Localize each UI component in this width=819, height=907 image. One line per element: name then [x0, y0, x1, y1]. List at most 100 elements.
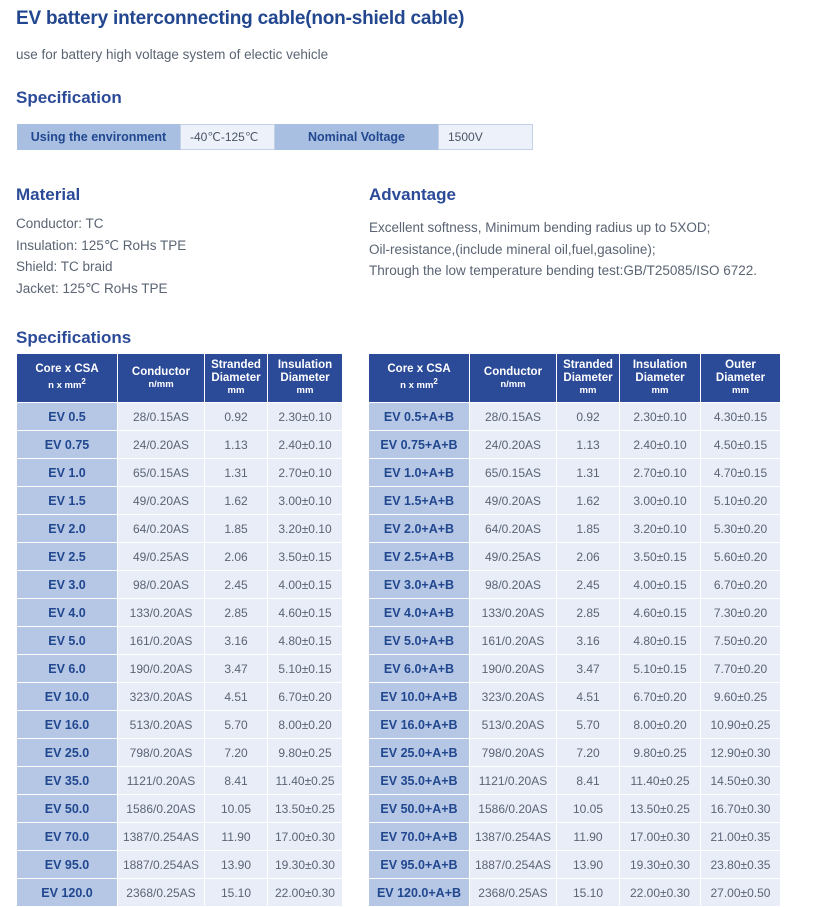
cell-value: 11.90: [205, 823, 267, 850]
cell-value: 1.85: [205, 515, 267, 542]
cell-core-csa: EV 3.0: [17, 571, 117, 598]
cell-value: 798/0.20AS: [470, 739, 556, 766]
cell-value: 0.92: [205, 403, 267, 430]
cell-value: 1121/0.20AS: [118, 767, 204, 794]
cell-value: 4.00±0.15: [268, 571, 342, 598]
table-row: EV 0.5 28/0.15AS 0.92 2.30±0.10: [17, 403, 342, 430]
cell-value: 5.10±0.15: [620, 655, 700, 682]
table-row: EV 4.0 133/0.20AS 2.85 4.60±0.15: [17, 599, 342, 626]
column-header-title: Stranded Diameter: [211, 359, 261, 384]
advantage-list: Excellent softness, Minimum bending radi…: [369, 217, 757, 282]
cell-core-csa: EV 35.0: [17, 767, 117, 794]
cell-value: 1887/0.254AS: [118, 851, 204, 878]
cell-value: 1.13: [557, 431, 619, 458]
table-row: EV 3.0+A+B 98/0.20AS 2.45 4.00±0.15 6.70±0.2…: [369, 571, 780, 598]
table-row: EV 95.0+A+B 1887/0.254AS 13.90 19.30±0.30 23…: [369, 851, 780, 878]
cell-value: 6.70±0.20: [268, 683, 342, 710]
column-header-title: Conductor: [131, 365, 191, 378]
cell-value: 5.30±0.20: [701, 515, 780, 542]
cell-value: 4.80±0.15: [620, 627, 700, 654]
cell-value: 12.90±0.30: [701, 739, 780, 766]
cell-value: 11.40±0.25: [620, 767, 700, 794]
cell-value: 6.70±0.20: [701, 571, 780, 598]
table-row: EV 25.0+A+B 798/0.20AS 7.20 9.80±0.25 12.90±…: [369, 739, 780, 766]
page-subtitle: use for battery high voltage system of e…: [16, 47, 329, 62]
cell-value: 1387/0.254AS: [470, 823, 556, 850]
table-row: EV 2.5+A+B 49/0.25AS 2.06 3.50±0.15 5.60±0.2…: [369, 543, 780, 570]
spec-label-nominal-voltage: Nominal Voltage: [307, 130, 405, 144]
cell-value: 14.50±0.30: [701, 767, 780, 794]
cell-value: 9.80±0.25: [268, 739, 342, 766]
cell-value: 65/0.15AS: [470, 459, 556, 486]
column-header-unit: n x mm2: [48, 377, 86, 392]
column-header-unit: n/mm: [148, 378, 174, 390]
table-row: EV 0.75+A+B 24/0.20AS 1.13 2.40±0.10 4.50±0.…: [369, 431, 780, 458]
material-line: Shield: TC braid: [16, 259, 113, 274]
table-row: EV 16.0 513/0.20AS 5.70 8.00±0.20: [17, 711, 342, 738]
cell-value: 3.47: [205, 655, 267, 682]
cell-value: 2.06: [205, 543, 267, 570]
column-header-2: Conductor n/mm: [470, 354, 556, 402]
table-row: EV 2.5 49/0.25AS 2.06 3.50±0.15: [17, 543, 342, 570]
cell-value: 4.80±0.15: [268, 627, 342, 654]
cell-value: 0.92: [557, 403, 619, 430]
column-header-3: Stranded Diameter mm: [205, 354, 267, 402]
table-left-header: Core x CSA n x mm2 Conductor n/mm Stranded Di…: [17, 354, 342, 402]
table-row: EV 5.0 161/0.20AS 3.16 4.80±0.15: [17, 627, 342, 654]
cell-core-csa: EV 10.0: [17, 683, 117, 710]
cell-value: 7.50±0.20: [701, 627, 780, 654]
cell-core-csa: EV 2.0+A+B: [369, 515, 469, 542]
section-heading-advantage: Advantage: [369, 185, 456, 204]
cell-value: 98/0.20AS: [470, 571, 556, 598]
cell-value: 4.30±0.15: [701, 403, 780, 430]
cell-value: 64/0.20AS: [470, 515, 556, 542]
cell-value: 1.62: [205, 487, 267, 514]
table-row: EV 95.0 1887/0.254AS 13.90 19.30±0.30: [17, 851, 342, 878]
cell-value: 133/0.20AS: [470, 599, 556, 626]
cell-core-csa: EV 0.75: [17, 431, 117, 458]
cell-core-csa: EV 1.0: [17, 459, 117, 486]
cell-value: 323/0.20AS: [470, 683, 556, 710]
advantage-line: Excellent softness, Minimum bending radi…: [369, 220, 711, 235]
cell-core-csa: EV 95.0+A+B: [369, 851, 469, 878]
cell-core-csa: EV 1.5+A+B: [369, 487, 469, 514]
cell-value: 19.30±0.30: [620, 851, 700, 878]
cell-value: 3.20±0.10: [268, 515, 342, 542]
cell-value: 1586/0.20AS: [470, 795, 556, 822]
cell-value: 8.41: [205, 767, 267, 794]
column-header-unit: mm: [296, 385, 314, 396]
table-row: EV 70.0+A+B 1387/0.254AS 11.90 17.00±0.30 21…: [369, 823, 780, 850]
cell-value: 1.31: [557, 459, 619, 486]
cell-core-csa: EV 10.0+A+B: [369, 683, 469, 710]
cell-value: 2.85: [557, 599, 619, 626]
cell-value: 1.31: [205, 459, 267, 486]
table-row: EV 3.0 98/0.20AS 2.45 4.00±0.15: [17, 571, 342, 598]
column-header-unit: mm: [227, 385, 245, 396]
cell-value: 3.00±0.10: [268, 487, 342, 514]
cell-value: 1586/0.20AS: [118, 795, 204, 822]
cell-core-csa: EV 6.0: [17, 655, 117, 682]
table-row: EV 0.75 24/0.20AS 1.13 2.40±0.10: [17, 431, 342, 458]
column-header-3: Stranded Diameter mm: [557, 354, 619, 402]
column-header-title: Stranded Diameter: [563, 359, 613, 384]
cell-value: 9.80±0.25: [620, 739, 700, 766]
column-header-1: Core x CSA n x mm2: [369, 354, 469, 402]
cell-value: 8.41: [557, 767, 619, 794]
table-row: EV 1.0+A+B 65/0.15AS 1.31 2.70±0.10 4.70±0.1…: [369, 459, 780, 486]
cell-value: 23.80±0.35: [701, 851, 780, 878]
table-row: EV 10.0 323/0.20AS 4.51 6.70±0.20: [17, 683, 342, 710]
column-header-4: Insulation Diameter mm: [620, 354, 700, 402]
table-row: EV 10.0+A+B 323/0.20AS 4.51 6.70±0.20 9.60±0…: [369, 683, 780, 710]
spec-value-nominal-voltage: 1500V: [438, 124, 533, 150]
section-heading-specification: Specification: [16, 88, 122, 107]
cell-core-csa: EV 1.0+A+B: [369, 459, 469, 486]
cell-value: 21.00±0.35: [701, 823, 780, 850]
table-row: EV 4.0+A+B 133/0.20AS 2.85 4.60±0.15 7.30±0.…: [369, 599, 780, 626]
cell-value: 13.50±0.25: [620, 795, 700, 822]
cell-value: 3.50±0.15: [268, 543, 342, 570]
cell-value: 1.62: [557, 487, 619, 514]
cell-value: 1.13: [205, 431, 267, 458]
column-header-unit: n x mm2: [400, 377, 438, 392]
cell-value: 513/0.20AS: [470, 711, 556, 738]
cell-core-csa: EV 2.0: [17, 515, 117, 542]
